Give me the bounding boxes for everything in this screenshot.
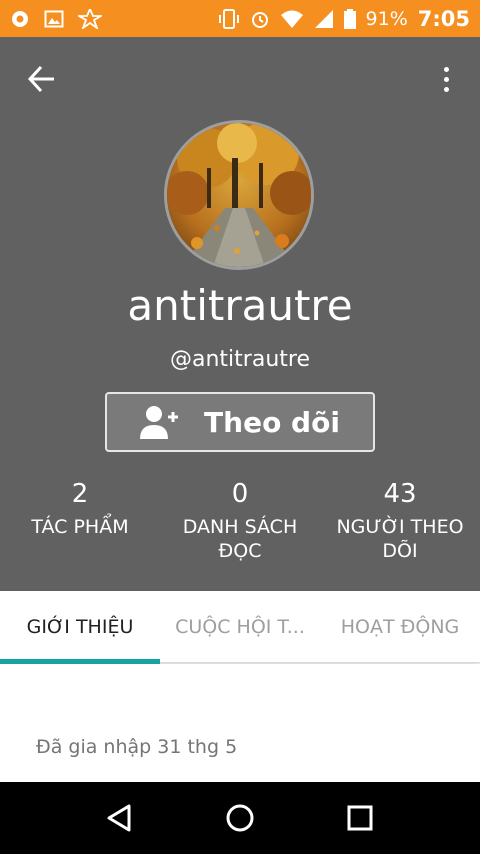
stat-label: DANH SÁCH ĐỌC bbox=[182, 516, 298, 562]
signal-icon bbox=[314, 9, 333, 28]
stat-value: 43 bbox=[383, 479, 417, 509]
stat-label: NGƯỜI THEO DÕI bbox=[336, 516, 464, 562]
arrow-left-icon bbox=[27, 65, 54, 93]
vibrate-icon bbox=[218, 8, 239, 29]
status-bar: 91% 7:05 bbox=[0, 0, 480, 37]
add-person-icon bbox=[140, 406, 179, 439]
autumn-road-image bbox=[167, 123, 311, 267]
avatar[interactable] bbox=[164, 120, 314, 270]
follow-button[interactable]: Theo dõi bbox=[105, 392, 375, 452]
circle-home-icon bbox=[226, 804, 254, 832]
image-icon bbox=[44, 10, 64, 27]
screen: 91% 7:05 antitrautre @antitrautre Theo d… bbox=[0, 0, 480, 854]
stat-reading-lists[interactable]: 0 DANH SÁCH ĐỌC bbox=[160, 479, 320, 563]
stat-label: TÁC PHẨM bbox=[31, 516, 129, 538]
alarm-icon bbox=[251, 11, 268, 28]
system-nav-bar bbox=[0, 782, 480, 854]
tab-conversations[interactable]: CUỘC HỘI T... bbox=[160, 591, 320, 663]
status-left bbox=[10, 8, 102, 29]
more-dot-icon bbox=[443, 66, 449, 72]
more-dot-icon bbox=[443, 76, 449, 82]
stat-value: 0 bbox=[231, 479, 249, 509]
tab-about[interactable]: GIỚI THIỆU bbox=[0, 591, 160, 664]
profile-tabs: GIỚI THIỆU CUỘC HỘI T... HOẠT ĐỘNG bbox=[0, 591, 480, 664]
more-dot-icon bbox=[443, 86, 449, 92]
clock: 7:05 bbox=[417, 6, 470, 31]
stats-row: 2 TÁC PHẨM 0 DANH SÁCH ĐỌC 43 NGƯỜI THEO… bbox=[0, 479, 480, 563]
back-button[interactable] bbox=[22, 61, 62, 97]
battery-percent: 91% bbox=[365, 7, 408, 30]
stat-works[interactable]: 2 TÁC PHẨM bbox=[0, 479, 160, 563]
square-recents-icon bbox=[347, 805, 373, 831]
username-handle: @antitrautre bbox=[170, 347, 310, 372]
about-content: Đã gia nhập 31 thg 5 bbox=[0, 664, 480, 782]
tab-activity[interactable]: HOẠT ĐỘNG bbox=[320, 591, 480, 663]
nav-home-button[interactable] bbox=[220, 798, 260, 838]
nav-back-button[interactable] bbox=[100, 798, 140, 838]
follow-button-label: Theo dõi bbox=[204, 405, 340, 439]
triangle-back-icon bbox=[107, 804, 131, 832]
stat-value: 2 bbox=[71, 479, 89, 509]
joined-date: Đã gia nhập 31 thg 5 bbox=[36, 736, 238, 758]
wifi-icon bbox=[280, 10, 303, 28]
stat-followers[interactable]: 43 NGƯỜI THEO DÕI bbox=[320, 479, 480, 563]
profile-header: antitrautre @antitrautre Theo dõi 2 TÁC … bbox=[0, 37, 480, 591]
status-right: 91% 7:05 bbox=[218, 7, 470, 31]
notification-icon bbox=[12, 10, 28, 27]
battery-icon bbox=[343, 8, 356, 29]
display-name: antitrautre bbox=[127, 281, 353, 330]
star-app-icon bbox=[78, 8, 102, 29]
nav-recents-button[interactable] bbox=[340, 798, 380, 838]
more-options-button[interactable] bbox=[434, 61, 458, 97]
